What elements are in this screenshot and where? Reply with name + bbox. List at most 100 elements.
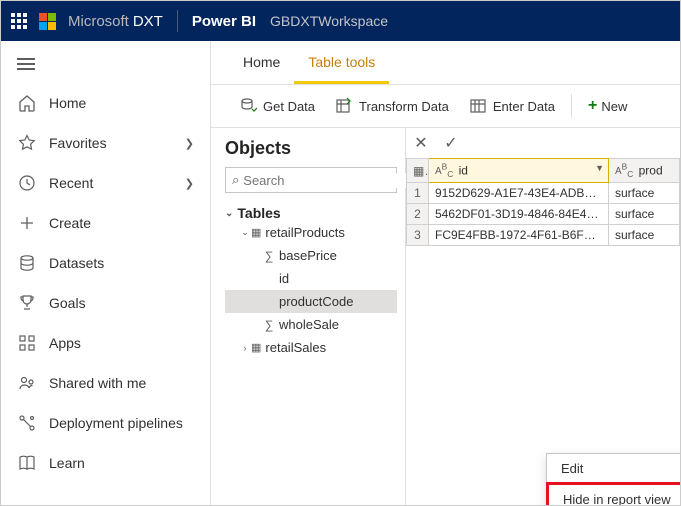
rownum: 1 [407, 183, 429, 204]
table-label: retailSales [265, 340, 326, 355]
nav-pipelines[interactable]: Deployment pipelines [1, 403, 210, 443]
nav-shared[interactable]: Shared with me [1, 363, 210, 403]
get-data-label: Get Data [263, 99, 315, 114]
field-label: id [279, 271, 289, 286]
table-row[interactable]: 2 5462DF01-3D19-4846-84E4-C42681… surfac… [407, 204, 680, 225]
home-icon [17, 93, 37, 113]
table-node-retailsales[interactable]: › ▦ retailSales [225, 336, 397, 359]
enter-data-label: Enter Data [493, 99, 555, 114]
pipeline-icon [17, 413, 37, 433]
caret-down-icon: ⌄ [239, 227, 251, 238]
brand-workspace: GBDXTWorkspace [270, 13, 388, 29]
col-id[interactable]: ABC id ▼ [429, 159, 609, 183]
nav-apps-label: Apps [49, 335, 81, 351]
chevron-right-icon: ❯ [185, 177, 194, 190]
data-grid[interactable]: ▦ ABC id ▼ ABC prod 1 9152D629-A1E7-43E4-… [406, 158, 680, 246]
cell-id[interactable]: 5462DF01-3D19-4846-84E4-C42681… [429, 204, 609, 225]
table-node-retailproducts[interactable]: ⌄ ▦ retailProducts [225, 221, 397, 244]
cell-id[interactable]: 9152D629-A1E7-43E4-ADB8-71CB2… [429, 183, 609, 204]
cell-prod[interactable]: surface [609, 225, 680, 246]
nav-home-label: Home [49, 95, 86, 111]
nav-shared-label: Shared with me [49, 375, 146, 391]
cell-id[interactable]: FC9E4FBB-1972-4F61-B6F0-15282C… [429, 225, 609, 246]
new-label: New [601, 99, 627, 114]
nav-learn[interactable]: Learn [1, 443, 210, 483]
datasets-icon [17, 253, 37, 273]
col-id-label: id [459, 163, 468, 177]
sigma-icon: ∑ [261, 249, 277, 263]
field-baseprice[interactable]: ∑ basePrice [225, 244, 397, 267]
search-field[interactable] [243, 173, 419, 188]
brand-ms-text: Microsoft [68, 13, 129, 30]
search-icon: ⌕ [232, 172, 239, 188]
brand-dxt-text: DXT [133, 13, 163, 30]
text-type-icon: ABC [435, 166, 453, 177]
data-grid-area: ✕ ✓ ▦ ABC id ▼ ABC prod 1 9152D629-A1E7-4… [406, 128, 680, 505]
brand-bar: Microsoft DXT Power BI GBDXTWorkspace [1, 1, 680, 41]
grid-header-row: ▦ ABC id ▼ ABC prod [407, 159, 680, 183]
plus-icon: + [588, 97, 597, 115]
field-label: productCode [279, 294, 353, 309]
col-prod-label: prod [639, 163, 663, 177]
menu-hide-in-report-view[interactable]: Hide in report view [546, 482, 680, 505]
nav-favorites-label: Favorites [49, 135, 107, 151]
field-id[interactable]: id [225, 267, 397, 290]
nav-recent-label: Recent [49, 175, 93, 191]
brand-product: Power BI [192, 13, 256, 30]
new-button[interactable]: + New [578, 91, 637, 121]
chevron-right-icon: ❯ [185, 137, 194, 150]
nav-goals[interactable]: Goals [1, 283, 210, 323]
nav-recent[interactable]: Recent ❯ [1, 163, 210, 203]
transform-data-button[interactable]: Transform Data [325, 91, 459, 121]
sigma-icon: ∑ [261, 318, 277, 332]
cell-prod[interactable]: surface [609, 204, 680, 225]
field-wholesale[interactable]: ∑ wholeSale [225, 313, 397, 336]
dropdown-icon[interactable]: ▼ [595, 163, 604, 173]
transform-label: Transform Data [359, 99, 449, 114]
nav-collapse-button[interactable] [1, 45, 210, 83]
tables-header[interactable]: ⌄ Tables [225, 205, 397, 221]
shared-icon [17, 373, 37, 393]
nav-apps[interactable]: Apps [1, 323, 210, 363]
field-label: basePrice [279, 248, 337, 263]
nav-create[interactable]: Create [1, 203, 210, 243]
apps-icon [17, 333, 37, 353]
get-data-button[interactable]: Get Data [229, 91, 325, 121]
nav-create-label: Create [49, 215, 91, 231]
search-input[interactable]: ⌕ [225, 167, 397, 193]
nav-datasets[interactable]: Datasets [1, 243, 210, 283]
book-icon [17, 453, 37, 473]
tables-header-label: Tables [237, 205, 280, 221]
text-type-icon: ABC [615, 166, 633, 177]
discard-button[interactable]: ✕ [406, 128, 436, 158]
trophy-icon [17, 293, 37, 313]
enter-data-button[interactable]: Enter Data [459, 91, 565, 121]
get-data-icon [239, 97, 257, 115]
commit-button[interactable]: ✓ [436, 128, 466, 158]
table-row[interactable]: 1 9152D629-A1E7-43E4-ADB8-71CB2… surface [407, 183, 680, 204]
nav-home[interactable]: Home [1, 83, 210, 123]
tab-table-tools[interactable]: Table tools [294, 41, 389, 84]
star-icon [17, 133, 37, 153]
tab-strip: Home Table tools [211, 41, 680, 85]
table-row[interactable]: 3 FC9E4FBB-1972-4F61-B6F0-15282C… surfac… [407, 225, 680, 246]
tab-home[interactable]: Home [229, 41, 294, 84]
field-productcode[interactable]: productCode [225, 290, 397, 313]
clock-icon [17, 173, 37, 193]
brand-divider [177, 10, 178, 32]
menu-edit[interactable]: Edit [547, 454, 680, 483]
table-icon: ▦ [251, 226, 261, 239]
enter-data-icon [469, 97, 487, 115]
cell-prod[interactable]: surface [609, 183, 680, 204]
rowheader-icon[interactable]: ▦ [407, 159, 429, 183]
caret-down-icon: ⌄ [225, 208, 233, 219]
nav-goals-label: Goals [49, 295, 86, 311]
nav-datasets-label: Datasets [49, 255, 104, 271]
left-nav: Home Favorites ❯ Recent ❯ Create Dataset… [1, 41, 211, 505]
nav-favorites[interactable]: Favorites ❯ [1, 123, 210, 163]
context-menu: Edit Hide in report view New measure Unh… [546, 453, 680, 505]
plus-icon [17, 213, 37, 233]
app-launcher-icon[interactable] [11, 13, 27, 29]
col-prod[interactable]: ABC prod [609, 159, 680, 183]
ribbon: Get Data Transform Data Enter Data + New [211, 85, 680, 128]
